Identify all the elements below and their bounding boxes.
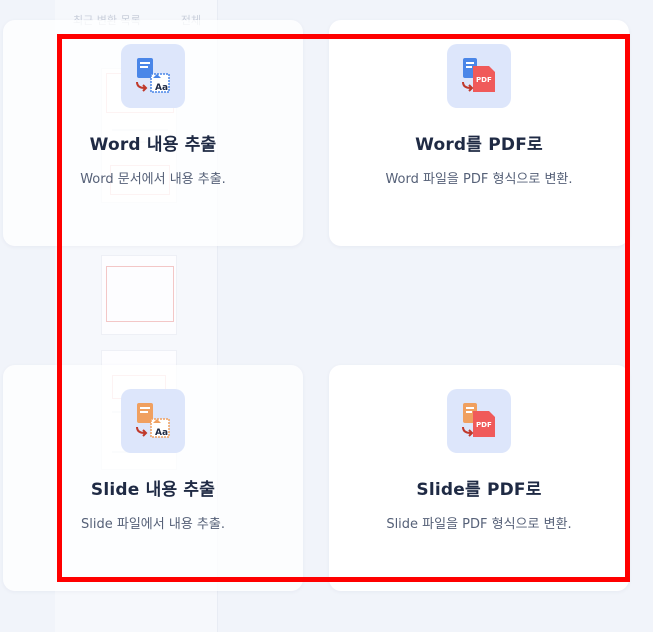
slide-extract-description: Slide 파일에서 내용 추출. — [81, 517, 225, 532]
word-extract-card[interactable]: Aa Word 내용 추출 Word 문서에서 내용 추출. — [3, 20, 303, 246]
slide-extract-title: Slide 내용 추출 — [90, 480, 216, 500]
word-to-pdf-card[interactable]: PDF Word를 PDF로 Word 파일을 PDF 형식으로 변환. — [329, 20, 629, 246]
word-to-pdf-icon: PDF — [447, 44, 511, 108]
slide-to-pdf-icon: PDF — [447, 389, 511, 453]
svg-text:Aa: Aa — [155, 83, 168, 93]
svg-text:PDF: PDF — [476, 421, 492, 429]
svg-text:Aa: Aa — [155, 428, 168, 438]
word-to-pdf-description: Word 파일을 PDF 형식으로 변환. — [385, 172, 573, 187]
word-extract-description: Word 문서에서 내용 추출. — [80, 172, 226, 187]
slide-to-pdf-card[interactable]: PDF Slide를 PDF로 Slide 파일을 PDF 형식으로 변환. — [329, 365, 629, 591]
recent-file-thumbnail[interactable] — [101, 255, 177, 335]
slide-to-pdf-description: Slide 파일을 PDF 형식으로 변환. — [386, 517, 572, 532]
slide-extract-icon: Aa — [121, 389, 185, 453]
word-extract-icon: Aa — [121, 44, 185, 108]
slide-to-pdf-title: Slide를 PDF로 — [416, 480, 542, 500]
svg-text:PDF: PDF — [476, 76, 492, 84]
slide-extract-card[interactable]: Aa Slide 내용 추출 Slide 파일에서 내용 추출. — [3, 365, 303, 591]
word-extract-title: Word 내용 추출 — [89, 135, 217, 155]
word-to-pdf-title: Word를 PDF로 — [415, 135, 543, 155]
